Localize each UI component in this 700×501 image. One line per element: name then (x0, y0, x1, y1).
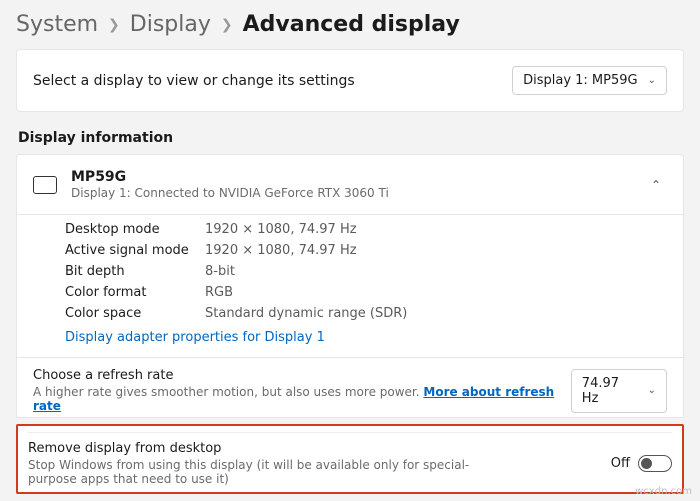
display-connection: Display 1: Connected to NVIDIA GeForce R… (71, 186, 389, 200)
prop-value: RGB (205, 285, 233, 300)
breadcrumb-system[interactable]: System (16, 12, 98, 37)
select-display-card: Select a display to view or change its s… (16, 49, 684, 112)
display-header-card[interactable]: MP59G Display 1: Connected to NVIDIA GeF… (16, 154, 684, 215)
refresh-rate-card: Choose a refresh rate A higher rate give… (16, 358, 684, 418)
chevron-right-icon: ❯ (221, 17, 233, 33)
prop-row-color-format: Color format RGB (65, 282, 683, 303)
prop-value: Standard dynamic range (SDR) (205, 306, 407, 321)
toggle-state-label: Off (611, 456, 630, 471)
prop-row-color-space: Color space Standard dynamic range (SDR) (65, 303, 683, 324)
display-name: MP59G (71, 169, 389, 185)
monitor-icon (33, 176, 57, 194)
chevron-down-icon: ⌄ (648, 75, 656, 86)
prop-label: Bit depth (65, 264, 205, 279)
prop-row-desktop-mode: Desktop mode 1920 × 1080, 74.97 Hz (65, 219, 683, 240)
watermark: wcxdn.com (635, 486, 692, 497)
display-selector[interactable]: Display 1: MP59G ⌄ (512, 66, 667, 95)
chevron-down-icon: ⌄ (648, 385, 656, 396)
select-display-prompt: Select a display to view or change its s… (33, 73, 355, 89)
breadcrumb-display[interactable]: Display (130, 12, 211, 37)
refresh-rate-value: 74.97 Hz (582, 376, 638, 406)
prop-label: Desktop mode (65, 222, 205, 237)
prop-label: Color format (65, 285, 205, 300)
remove-display-toggle[interactable] (638, 455, 672, 472)
refresh-rate-title: Choose a refresh rate (33, 368, 571, 383)
display-properties: Desktop mode 1920 × 1080, 74.97 Hz Activ… (16, 215, 684, 358)
remove-display-highlight: Remove display from desktop Stop Windows… (16, 424, 684, 494)
breadcrumb-current: Advanced display (243, 12, 460, 37)
breadcrumb: System ❯ Display ❯ Advanced display (16, 12, 684, 37)
prop-label: Active signal mode (65, 243, 205, 258)
adapter-properties-link[interactable]: Display adapter properties for Display 1 (65, 324, 683, 347)
section-title-display-info: Display information (18, 130, 684, 146)
display-selector-value: Display 1: MP59G (523, 73, 638, 88)
collapse-icon[interactable]: ⌃ (645, 174, 667, 196)
refresh-rate-selector[interactable]: 74.97 Hz ⌄ (571, 369, 667, 413)
remove-display-subtitle: Stop Windows from using this display (it… (28, 458, 508, 486)
prop-value: 1920 × 1080, 74.97 Hz (205, 243, 357, 258)
prop-value: 1920 × 1080, 74.97 Hz (205, 222, 357, 237)
prop-value: 8-bit (205, 264, 235, 279)
chevron-right-icon: ❯ (108, 17, 120, 33)
refresh-rate-subtitle: A higher rate gives smoother motion, but… (33, 385, 571, 413)
prop-label: Color space (65, 306, 205, 321)
prop-row-active-signal: Active signal mode 1920 × 1080, 74.97 Hz (65, 240, 683, 261)
prop-row-bit-depth: Bit depth 8-bit (65, 261, 683, 282)
remove-display-title: Remove display from desktop (28, 441, 508, 456)
remove-display-card: Remove display from desktop Stop Windows… (28, 432, 672, 486)
